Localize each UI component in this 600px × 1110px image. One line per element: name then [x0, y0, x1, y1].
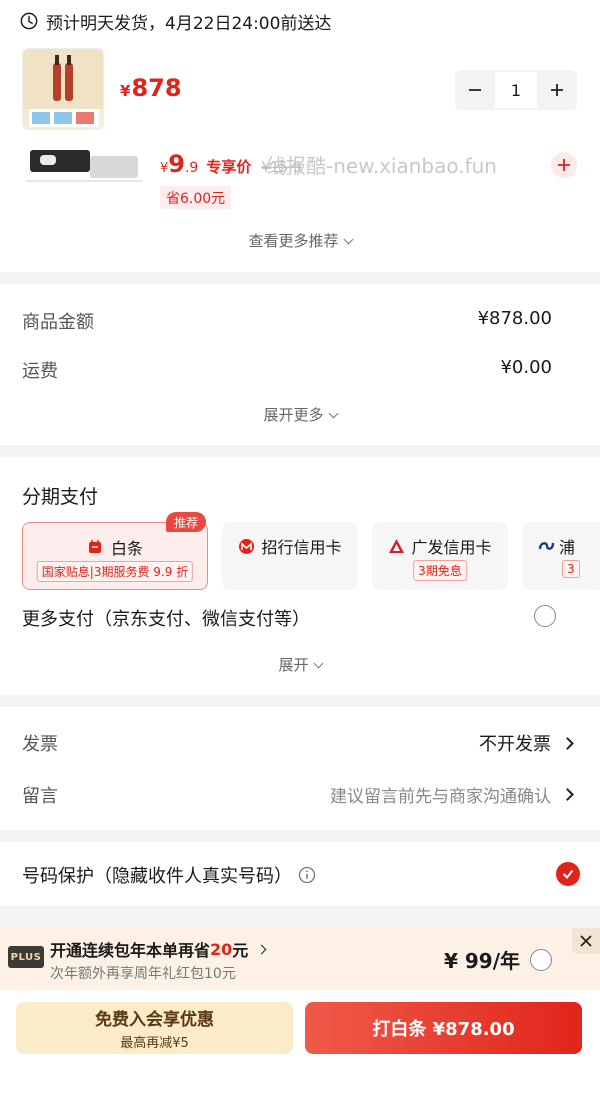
- expand-more-label: 展开更多: [263, 406, 324, 424]
- delivery-text: 预计明天发货，4月22日24:00前送达: [46, 13, 332, 34]
- plus-close-button[interactable]: [572, 928, 600, 954]
- privacy-label: 号码保护（隐藏收件人真实号码）: [22, 866, 292, 887]
- recommend-price-dec: .9: [184, 160, 199, 176]
- exclusive-price-tag: 专享价: [206, 158, 252, 176]
- goods-amount-value: ¥878.00: [477, 308, 552, 329]
- section-divider: [0, 445, 600, 457]
- join-member-label: 免费入会享优惠: [95, 1010, 214, 1030]
- quantity-value[interactable]: 1: [495, 70, 537, 110]
- info-icon[interactable]: [298, 866, 316, 884]
- invoice-label: 发票: [22, 734, 58, 755]
- installment-title: 分期支付: [22, 486, 99, 508]
- spdb-logo-icon: [538, 542, 555, 550]
- pay-option-name: 招行信用卡: [222, 534, 358, 558]
- chevron-right-icon: [561, 736, 574, 750]
- section-divider: [0, 272, 600, 284]
- section-divider: [0, 906, 600, 928]
- decrease-button[interactable]: [455, 70, 495, 110]
- invoice-value: 不开发票: [479, 734, 551, 755]
- checkmark-icon: [562, 869, 574, 880]
- shipping-value: ¥0.00: [500, 357, 552, 378]
- pay-option-label: 白条: [110, 539, 143, 558]
- watermark-text: 线报酷-new.xianbao.fun: [266, 154, 497, 178]
- join-member-button[interactable]: 免费入会享优惠 最高再减¥5: [16, 1002, 293, 1054]
- plus-icon: [558, 159, 570, 171]
- pay-button-label: 打白条 ¥878.00: [372, 1019, 515, 1040]
- recommend-image[interactable]: [26, 146, 142, 184]
- shipping-label: 运费: [22, 361, 58, 382]
- add-recommend-button[interactable]: [551, 152, 577, 178]
- expand-more-link[interactable]: 展开更多: [0, 404, 600, 425]
- plus-badge: PLUS: [8, 946, 44, 968]
- plus-title-post: 元: [232, 941, 249, 960]
- expand-pay-label: 展开: [278, 656, 309, 674]
- minus-icon: [469, 89, 481, 91]
- plus-radio[interactable]: [530, 949, 552, 971]
- cgb-logo-icon: [389, 538, 405, 553]
- pay-option-cgb[interactable]: 广发信用卡 3期免息: [372, 522, 508, 590]
- pay-option-name: 浦: [522, 534, 600, 558]
- cmb-logo-icon: [239, 538, 255, 554]
- recommend-currency: ¥: [160, 161, 169, 176]
- pay-option-name: 广发信用卡: [372, 534, 508, 558]
- more-pay-label: 更多支付（京东支付、微信支付等）: [22, 609, 310, 630]
- recommend-flag: 推荐: [166, 512, 207, 532]
- pay-option-label: 招行信用卡: [261, 538, 342, 557]
- pay-option-sub: 3: [562, 560, 580, 578]
- pay-option-spdb[interactable]: 浦 3: [522, 522, 600, 590]
- pay-baitiao-button[interactable]: 打白条 ¥878.00: [305, 1002, 582, 1054]
- join-member-sub: 最高再减¥5: [120, 1036, 189, 1051]
- delivery-info: 预计明天发货，4月22日24:00前送达: [20, 8, 331, 34]
- clock-icon: [20, 12, 38, 30]
- save-badge: 省6.00元: [160, 186, 232, 209]
- product-price-value: 878: [131, 74, 182, 102]
- plus-title: 开通连续包年本单再省 20 元: [50, 937, 267, 961]
- message-input[interactable]: 建议留言前先与商家沟通确认: [330, 782, 574, 807]
- recommend-price-int: 9: [168, 150, 185, 178]
- currency-symbol: ¥: [120, 82, 131, 100]
- pay-option-sub: 3期免息: [413, 560, 467, 581]
- plus-title-amount: 20: [210, 939, 233, 959]
- increase-button[interactable]: [537, 70, 577, 110]
- expand-pay-link[interactable]: 展开: [0, 654, 600, 675]
- goods-amount-label: 商品金额: [22, 312, 94, 333]
- pay-option-sub: 国家贴息|3期服务费 9.9 折: [36, 561, 194, 582]
- plus-subtitle: 次年额外再享周年礼红包10元: [50, 966, 236, 982]
- chevron-down-icon: [343, 234, 353, 245]
- chevron-right-icon: [256, 944, 267, 954]
- pay-option-name: 白条: [23, 535, 207, 559]
- privacy-row: 号码保护（隐藏收件人真实号码）: [22, 862, 316, 888]
- baitiao-icon: [88, 540, 101, 553]
- product-image[interactable]: [22, 48, 104, 130]
- message-placeholder: 建议留言前先与商家沟通确认: [330, 787, 551, 807]
- pay-option-label: 浦: [559, 538, 576, 557]
- quantity-stepper: 1: [455, 70, 577, 110]
- plus-price: ¥ 99/年: [444, 949, 521, 973]
- product-price: ¥878: [120, 74, 182, 102]
- more-pay-radio[interactable]: [534, 605, 556, 627]
- privacy-checkbox[interactable]: [556, 862, 580, 886]
- pay-option-cmb[interactable]: 招行信用卡: [222, 522, 358, 590]
- section-divider: [0, 830, 600, 842]
- chevron-down-icon: [313, 658, 323, 669]
- chevron-down-icon: [328, 408, 338, 419]
- section-divider: [0, 695, 600, 707]
- close-icon: [580, 935, 592, 947]
- invoice-selector[interactable]: 不开发票: [479, 730, 574, 756]
- more-recommend-label: 查看更多推荐: [248, 232, 339, 250]
- more-recommend-link[interactable]: 查看更多推荐: [0, 230, 600, 251]
- pay-option-label: 广发信用卡: [411, 538, 492, 557]
- pay-option-baitiao[interactable]: 白条 国家贴息|3期服务费 9.9 折: [22, 522, 208, 590]
- plus-title-pre: 开通连续包年本单再省: [50, 941, 211, 960]
- message-label: 留言: [22, 786, 58, 807]
- chevron-right-icon: [561, 788, 574, 801]
- plus-icon: [551, 84, 563, 96]
